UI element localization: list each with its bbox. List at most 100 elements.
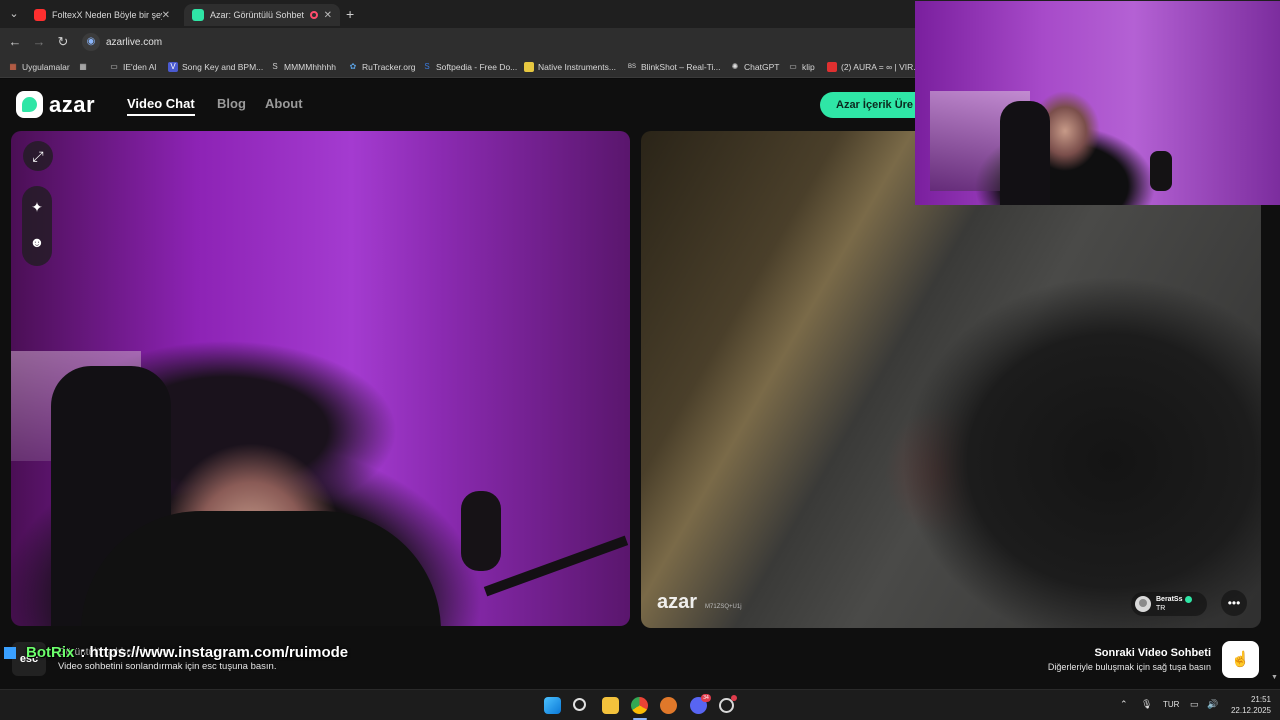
forward-icon[interactable]: → [31, 34, 47, 50]
streamer-webcam-overlay [915, 1, 1280, 205]
tab-title: Azar: Görüntülü Sohbet & V [210, 10, 304, 20]
address-bar[interactable]: ◉ azarlive.com [80, 31, 910, 53]
youtube-icon [34, 9, 46, 21]
bookmark-label: IE'den Al [123, 62, 157, 72]
nav-about[interactable]: About [265, 96, 303, 111]
nav-blog[interactable]: Blog [217, 96, 246, 111]
chat-controls-bar: esc Görüntülü sohbeti durdur Video sohbe… [0, 629, 1280, 689]
bookmark-native[interactable]: Native Instruments... [524, 60, 616, 74]
bookmark-label: klip [802, 62, 815, 72]
rutracker-icon: ✿ [349, 62, 357, 71]
mic-arm [483, 535, 629, 597]
microphone [1150, 151, 1172, 191]
bookmark-mmmm[interactable]: S MMMMhhhhh [270, 60, 336, 74]
windows-taskbar: 34 ⌃ 🎙 TUR ▭ 🔊 21:51 22.12.2025 [0, 689, 1280, 720]
search-icon[interactable] [573, 698, 586, 711]
bookmark-label: Native Instruments... [538, 62, 616, 72]
azar-logo-icon [16, 91, 43, 118]
tab-search-chevron-icon[interactable]: ⌄ [6, 6, 22, 22]
grid-icon: ▦ [79, 62, 87, 71]
tray-chevron-icon[interactable]: ⌃ [1120, 699, 1128, 710]
bookmark-klip[interactable]: ▭ klip [788, 60, 815, 74]
bookmark-apps[interactable]: ▦ Uygulamalar [8, 60, 70, 74]
bookmark-ie[interactable]: ▭ IE'den Al [109, 60, 156, 74]
system-clock[interactable]: 21:51 22.12.2025 [1229, 694, 1271, 716]
bookmark-label: BlinkShot – Real-Ti... [641, 62, 721, 72]
nav-video-chat[interactable]: Video Chat [127, 96, 195, 116]
bookmark-label: Song Key and BPM... [182, 62, 264, 72]
bookmark-aura[interactable]: (2) AURA = ∞ | VIR... [827, 60, 920, 74]
chat-bot-overlay: BotRix : https://www.instagram.com/ruimo… [4, 644, 348, 661]
tab-azar[interactable]: Azar: Görüntülü Sohbet & V ✕ [184, 4, 340, 26]
microphone [461, 491, 501, 571]
next-chat-title: Sonraki Video Sohbeti [1094, 647, 1211, 659]
site-info-icon[interactable]: ◉ [82, 33, 100, 51]
microphone-icon[interactable]: 🎙 [1141, 699, 1152, 710]
new-tab-button[interactable]: + [346, 6, 354, 22]
azar-watermark: azar M71ZSQ+U1j [657, 591, 742, 614]
bookmark-chatgpt[interactable]: ✺ ChatGPT [730, 60, 780, 74]
bookmark-rutracker[interactable]: ✿ RuTracker.org [348, 60, 416, 74]
bookmark-grid[interactable]: ▦ [78, 60, 92, 74]
folder-icon: ▭ [789, 62, 797, 71]
clock-date: 22.12.2025 [1230, 706, 1271, 715]
fl-studio-icon[interactable] [660, 697, 677, 714]
bookmark-songkey[interactable]: V Song Key and BPM... [168, 60, 263, 74]
folder-icon [524, 62, 534, 72]
next-chat-button[interactable]: ☝ [1222, 641, 1259, 678]
clock-time: 21:51 [1250, 695, 1271, 704]
logo-text: azar [49, 91, 96, 117]
local-video: ⤢ ✦ ☻ [11, 131, 630, 626]
remote-video: azar M71ZSQ+U1j BeratSs TR ••• [641, 131, 1261, 628]
verified-icon [1185, 595, 1193, 603]
watermark-id: M71ZSQ+U1j [705, 604, 742, 610]
recording-icon [309, 11, 318, 19]
volume-icon[interactable]: 🔊 [1207, 699, 1218, 710]
peer-info-badge[interactable]: BeratSs TR [1131, 592, 1207, 616]
bookmark-blinkshot[interactable]: BS BlinkShot – Real-Ti... [627, 60, 721, 74]
windows-start-icon[interactable] [544, 697, 561, 714]
bookmark-softpedia[interactable]: S Softpedia - Free Do... [422, 60, 517, 74]
bot-name: BotRix [26, 644, 75, 661]
tab-close-icon[interactable]: ✕ [162, 10, 170, 21]
language-indicator[interactable]: TUR [1163, 700, 1179, 709]
watermark-logo: azar [657, 591, 698, 613]
bookmark-label: MMMMhhhhh [284, 62, 336, 72]
bookmark-label: (2) AURA = ∞ | VIR... [841, 62, 921, 72]
peer-country: TR [1156, 605, 1166, 612]
expand-icon[interactable]: ⤢ [23, 141, 53, 171]
bookmark-label: RuTracker.org [362, 62, 416, 72]
chrome-icon[interactable] [631, 697, 648, 714]
bookmark-label: Uygulamalar [22, 62, 70, 72]
peer-avatar [1135, 596, 1151, 612]
tab-title: FoltexX Neden Böyle bir şey va [52, 10, 162, 20]
azar-logo[interactable]: azar [16, 91, 95, 118]
youtube-icon [827, 62, 837, 72]
songkey-icon: V [168, 62, 178, 72]
blinkshot-icon: BS [627, 64, 636, 70]
scroll-down-icon[interactable]: ▼ [1271, 674, 1278, 681]
display-icon[interactable]: ▭ [1190, 699, 1199, 710]
tab-close-icon[interactable]: ✕ [324, 10, 332, 21]
back-icon[interactable]: ← [7, 34, 23, 50]
creator-cta-button[interactable]: Azar İçerik Üre [820, 92, 930, 118]
reload-icon[interactable]: ↻ [55, 34, 71, 50]
gaming-chair [1000, 101, 1050, 205]
bookmark-label: ChatGPT [744, 62, 780, 72]
url-text: azarlive.com [106, 36, 163, 48]
stop-chat-hint: Video sohbetini sonlandırmak için esc tu… [58, 661, 277, 672]
tab-youtube[interactable]: FoltexX Neden Böyle bir şey va ✕ [26, 4, 178, 26]
s-icon: S [272, 62, 278, 71]
bot-icon [4, 646, 16, 659]
file-explorer-icon[interactable] [602, 697, 619, 714]
sparkle-effects-icon[interactable]: ✦ [22, 192, 52, 222]
bookmark-label: Softpedia - Free Do... [436, 62, 518, 72]
effects-panel: ✦ ☻ [22, 186, 52, 266]
face-filter-icon[interactable]: ☻ [22, 227, 52, 257]
next-chat-hint: Diğerleriyle buluşmak için sağ tuşa bası… [1047, 662, 1211, 672]
chatgpt-icon: ✺ [731, 62, 739, 71]
chat-bubble-icon[interactable]: ••• [1221, 590, 1247, 616]
folder-icon: ▭ [110, 62, 118, 71]
softpedia-icon: S [424, 62, 430, 71]
apps-grid-icon: ▦ [9, 62, 17, 71]
